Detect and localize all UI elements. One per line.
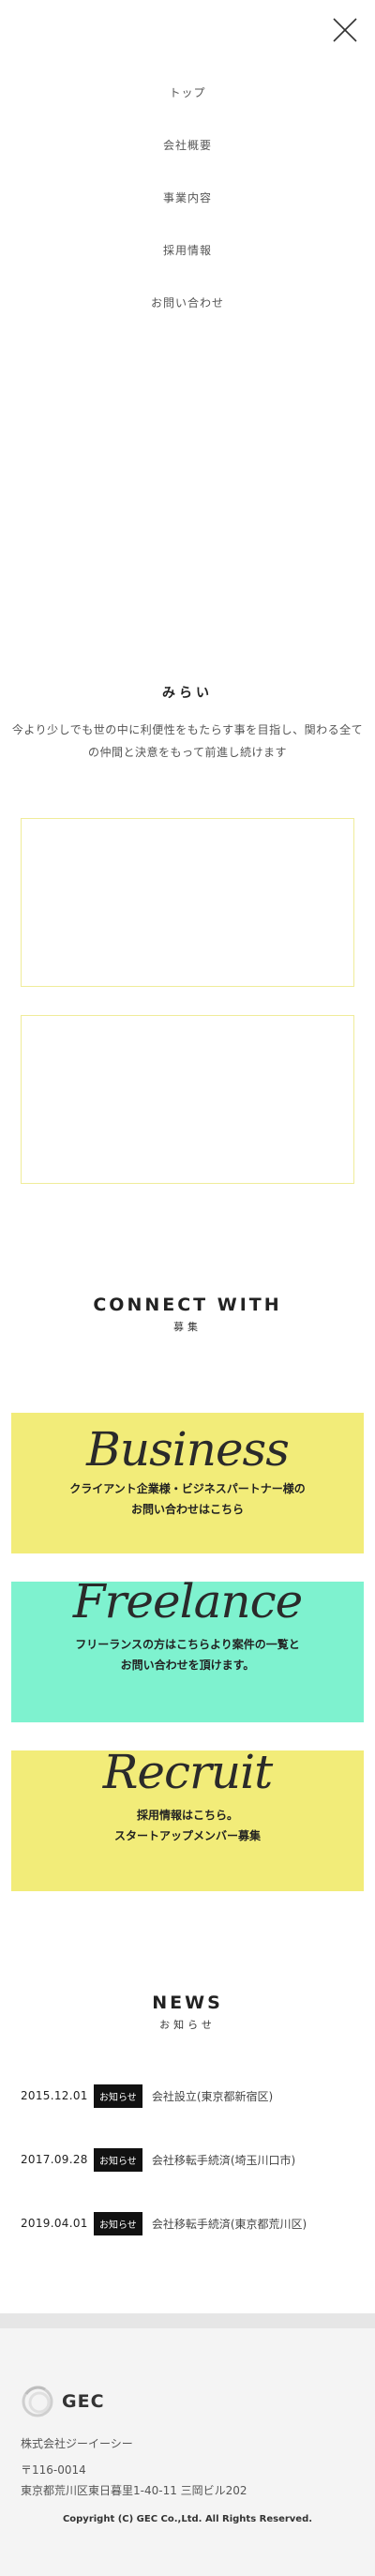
footer-logo[interactable]: GEC bbox=[21, 2385, 105, 2418]
card-text-line1: クライアント企業様・ビジネスパートナー様の bbox=[69, 1482, 306, 1495]
nav-item-business[interactable]: 事業内容 bbox=[0, 182, 375, 235]
news-item-title: 会社設立(東京都新宿区) bbox=[151, 2089, 274, 2103]
news-badge: お知らせ bbox=[94, 2147, 142, 2172]
footer: GEC 株式会社ジーイーシー 〒116-0014 東京都荒川区東日暮里1-40-… bbox=[0, 2313, 375, 2576]
card-text-line1: 採用情報はこちら。 bbox=[136, 1809, 238, 1822]
image-frame bbox=[21, 1015, 354, 1184]
news-item-title: 会社移転手続済(埼玉川口市) bbox=[151, 2153, 296, 2167]
news-heading: NEWS お知らせ bbox=[0, 1993, 375, 2032]
nav-item-top[interactable]: トップ bbox=[0, 77, 375, 129]
mission-section: みらい 今より少しでも世の中に利便性をもたらす事を目指し、関わる全ての仲間と決意… bbox=[0, 683, 375, 764]
news-item[interactable]: 2017.09.28 お知らせ 会社移転手続済(埼玉川口市) bbox=[21, 2128, 358, 2191]
mission-text: 今より少しでも世の中に利便性をもたらす事を目指し、関わる全ての仲間と決意をもって… bbox=[11, 723, 364, 759]
card-text-line2: お問い合わせはこちら bbox=[130, 1503, 244, 1516]
close-icon bbox=[333, 18, 357, 42]
freelance-card[interactable]: Freelance フリーランスの方はこちらより案件の一覧と お問い合わせを頂け… bbox=[11, 1574, 364, 1722]
logo-text: GEC bbox=[62, 2391, 105, 2412]
news-date: 2019.04.01 bbox=[21, 2217, 88, 2230]
news-item-title: 会社移転手続済(東京都荒川区) bbox=[151, 2217, 308, 2231]
copyright: Copyright (C) GEC Co.,Ltd. All Rights Re… bbox=[62, 2514, 313, 2524]
news-item[interactable]: 2015.12.01 お知らせ 会社設立(東京都新宿区) bbox=[21, 2064, 358, 2128]
nav-item-contact[interactable]: お問い合わせ bbox=[0, 287, 375, 340]
card-title: Freelance bbox=[72, 1574, 303, 1629]
news-badge: お知らせ bbox=[94, 2084, 142, 2108]
news-date: 2015.12.01 bbox=[21, 2089, 88, 2102]
address: 東京都荒川区東日暮里1-40-11 三岡ビル202 bbox=[21, 2484, 248, 2497]
gec-logo-icon bbox=[22, 2386, 53, 2417]
news-date: 2017.09.28 bbox=[21, 2153, 88, 2166]
global-nav: トップ 会社概要 事業内容 採用情報 お問い合わせ bbox=[0, 77, 375, 340]
mission-title: みらい bbox=[162, 686, 213, 701]
card-text-line1: フリーランスの方はこちらより案件の一覧と bbox=[75, 1638, 300, 1651]
card-text-line2: お問い合わせを頂けます。 bbox=[120, 1659, 255, 1672]
news-subtitle: お知らせ bbox=[159, 2019, 216, 2031]
company-name: 株式会社ジーイーシー bbox=[21, 2437, 133, 2450]
close-menu-button[interactable] bbox=[330, 15, 360, 45]
news-title: NEWS bbox=[152, 1993, 223, 2013]
image-frame bbox=[21, 818, 354, 987]
nav-item-recruit[interactable]: 採用情報 bbox=[0, 235, 375, 287]
footer-divider bbox=[0, 2313, 375, 2328]
postal-code: 〒116-0014 bbox=[21, 2463, 86, 2477]
recruit-card[interactable]: Recruit 採用情報はこちら。 スタートアップメンバー募集 bbox=[11, 1745, 364, 1891]
connect-title: CONNECT WITH bbox=[93, 1295, 282, 1315]
connect-heading: CONNECT WITH 募集 bbox=[0, 1295, 375, 1334]
card-title: Recruit bbox=[102, 1745, 273, 1799]
news-item[interactable]: 2019.04.01 お知らせ 会社移転手続済(東京都荒川区) bbox=[21, 2191, 358, 2255]
card-title: Business bbox=[86, 1422, 290, 1477]
card-text-line2: スタートアップメンバー募集 bbox=[113, 1829, 261, 1842]
nav-item-company[interactable]: 会社概要 bbox=[0, 129, 375, 182]
business-card[interactable]: Business クライアント企業様・ビジネスパートナー様の お問い合わせはこち… bbox=[11, 1413, 364, 1553]
news-list: 2015.12.01 お知らせ 会社設立(東京都新宿区) 2017.09.28 … bbox=[21, 2064, 358, 2255]
connect-subtitle: 募集 bbox=[173, 1321, 202, 1333]
news-badge: お知らせ bbox=[94, 2211, 142, 2235]
